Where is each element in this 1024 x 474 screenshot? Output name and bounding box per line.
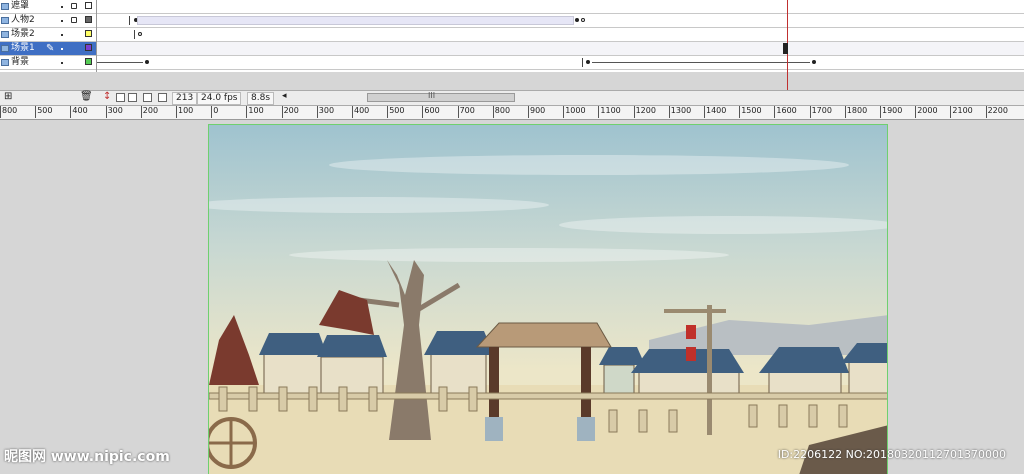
layer-name: 背景 <box>11 57 30 67</box>
visibility-dot-icon[interactable] <box>61 6 63 8</box>
ruler-tick: 400 <box>70 106 88 118</box>
keyframe[interactable] <box>812 60 816 64</box>
tween-arrow <box>97 62 143 63</box>
ruler-tick: 900 <box>528 106 545 118</box>
lock-icon[interactable] <box>71 17 77 23</box>
lock-icon[interactable] <box>71 3 77 9</box>
scene-illustration <box>209 125 887 474</box>
ruler-tick: 2000 <box>915 106 938 118</box>
layer-row-background[interactable]: 背景 <box>0 56 96 70</box>
ruler-tick: 800 <box>492 106 510 118</box>
layer-icon <box>1 3 9 10</box>
modify-markers-icon[interactable] <box>158 93 167 102</box>
pencil-icon: ✎ <box>46 43 55 54</box>
ruler-tick: 100 <box>246 106 264 118</box>
outline-color-swatch[interactable] <box>85 2 92 9</box>
ruler-tick: 1500 <box>739 106 762 118</box>
layer-name: 场景1 <box>11 43 35 53</box>
horizontal-ruler: 800 500 400 300 200 100 0 100 200 300 400 500 600 700… <box>0 106 1024 120</box>
scroll-left-icon[interactable]: ◂ <box>282 91 287 101</box>
ruler-tick: 100 <box>176 106 193 118</box>
visibility-dot-icon[interactable] <box>61 62 63 64</box>
layer-row-scene1[interactable]: 场景1 ✎ <box>0 42 96 56</box>
keyframe-marker[interactable] <box>134 30 135 39</box>
ruler-tick: 1700 <box>809 106 832 118</box>
ruler-tick: 800 <box>0 106 17 118</box>
ruler-tick: 1200 <box>633 106 656 118</box>
frame-row[interactable] <box>97 42 1024 56</box>
layer-icon <box>1 59 9 66</box>
current-frame: 213 <box>172 92 198 105</box>
ruler-tick: 500 <box>387 106 404 118</box>
ruler-tick: 200 <box>140 106 158 118</box>
timeline-frames[interactable] <box>97 0 1024 72</box>
trash-icon[interactable]: 🗑 <box>80 91 93 102</box>
watermark-id: ID:2206122 NO:20180320112701370000 <box>777 448 1006 461</box>
scroll-thumb[interactable]: III <box>428 91 435 100</box>
ruler-tick: 2100 <box>950 106 973 118</box>
playhead-frame-marker <box>783 43 788 54</box>
layer-row-mask[interactable]: 遮罩 <box>0 0 96 14</box>
keyframe-marker[interactable] <box>582 58 583 67</box>
keyframe[interactable] <box>145 60 149 64</box>
ruler-tick: 1100 <box>598 106 621 118</box>
keyframe-empty[interactable] <box>138 32 142 36</box>
layer-icon <box>1 17 9 24</box>
layer-name: 人物2 <box>11 15 35 25</box>
ruler-tick: 600 <box>422 106 440 118</box>
frame-rate: 24.0 fps <box>197 92 242 105</box>
keyframe[interactable] <box>586 60 590 64</box>
center-frame-icon[interactable]: ↕ <box>103 91 111 102</box>
layer-icon <box>1 31 9 38</box>
ruler-tick: 1400 <box>704 106 726 118</box>
onion-outline-icon[interactable] <box>128 93 137 102</box>
keyframe-empty[interactable] <box>581 18 585 22</box>
visibility-dot-icon[interactable] <box>61 20 63 22</box>
ruler-tick: 400 <box>352 106 369 118</box>
edit-multiple-frames-icon[interactable] <box>143 93 152 102</box>
frame-row[interactable] <box>97 28 1024 42</box>
frame-row[interactable] <box>97 14 1024 28</box>
layer-panel: 遮罩 人物2 场景2 场景1 ✎ 背景 <box>0 0 97 72</box>
visibility-dot-icon[interactable] <box>61 48 63 50</box>
ruler-tick: 0 <box>211 106 218 118</box>
outline-color-swatch[interactable] <box>85 44 92 51</box>
ruler-tick: 1800 <box>844 106 867 118</box>
keyframe[interactable] <box>575 18 579 22</box>
ruler-tick: 300 <box>316 106 334 118</box>
watermark-site: 昵图网 www.nipic.com <box>4 449 170 465</box>
layer-row-scene2[interactable]: 场景2 <box>0 28 96 42</box>
ruler-tick: 300 <box>105 106 123 118</box>
layer-icon <box>1 45 9 52</box>
stage-canvas[interactable] <box>208 124 888 474</box>
tween-arrow <box>592 62 810 63</box>
visibility-dot-icon[interactable] <box>61 34 63 36</box>
frame-row[interactable] <box>97 56 1024 70</box>
cart-wheel <box>209 417 257 469</box>
keyframe-marker[interactable] <box>129 16 130 25</box>
frame-row[interactable] <box>97 0 1024 14</box>
layer-name: 遮罩 <box>11 1 30 11</box>
ruler-tick: 1600 <box>774 106 797 118</box>
ruler-tick: 1000 <box>563 106 586 118</box>
ruler-tick: 1900 <box>880 106 902 118</box>
motion-tween[interactable] <box>137 16 574 25</box>
layer-row-character2[interactable]: 人物2 <box>0 14 96 28</box>
outline-color-swatch[interactable] <box>85 30 92 37</box>
add-layer-icon[interactable]: ⊞ <box>4 91 12 102</box>
outline-color-swatch[interactable] <box>85 16 92 23</box>
ruler-tick: 500 <box>35 106 52 118</box>
layer-name: 场景2 <box>11 29 35 39</box>
outline-color-swatch[interactable] <box>85 58 92 65</box>
elapsed-time: 8.8s <box>247 92 275 105</box>
ruler-tick: 1300 <box>668 106 691 118</box>
ruler-tick: 700 <box>457 106 475 118</box>
horizontal-scrollbar[interactable]: III <box>367 91 515 102</box>
timeline-status-bar: ⊞ 🗑 ↕ 213 24.0 fps 8.8s ◂ III <box>0 90 1024 106</box>
onion-skin-icon[interactable] <box>116 93 125 102</box>
ruler-tick: 200 <box>281 106 299 118</box>
ruler-tick: 2200 <box>985 106 1008 118</box>
